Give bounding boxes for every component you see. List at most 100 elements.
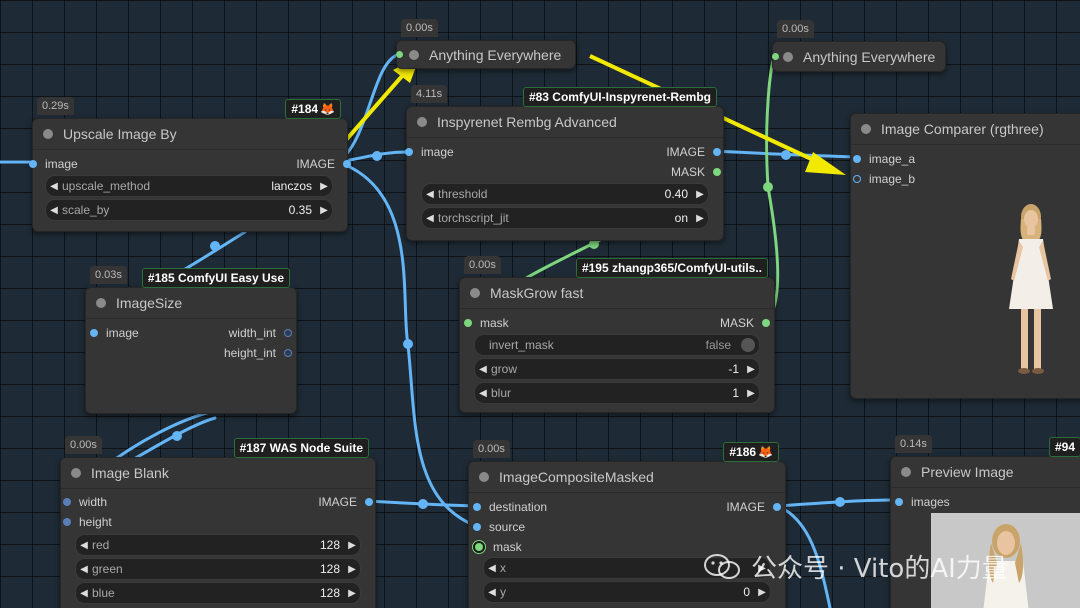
input-slot-height[interactable]: height: [63, 513, 112, 531]
output-port[interactable]: [365, 498, 373, 506]
input-slot-image-b[interactable]: image_b: [853, 170, 915, 188]
blur-number[interactable]: ◀ blur 1 ▶: [474, 382, 760, 404]
arrow-right-icon[interactable]: ▶: [692, 189, 708, 200]
toggle-icon[interactable]: [741, 338, 755, 352]
input-port[interactable]: [63, 518, 71, 526]
output-slot-image[interactable]: IMAGE: [318, 493, 373, 511]
output-port[interactable]: [343, 160, 351, 168]
node-id-badge: #195 zhangp365/ComfyUI-utils..: [575, 258, 768, 278]
arrow-right-icon[interactable]: ▶: [743, 388, 759, 399]
output-port[interactable]: [713, 148, 721, 156]
output-port[interactable]: [762, 319, 770, 327]
arrow-left-icon[interactable]: ◀: [422, 213, 438, 224]
input-port[interactable]: [473, 523, 481, 531]
output-port[interactable]: [773, 503, 781, 511]
node-upscale-image-by[interactable]: 0.29s #184 🦊 Upscale Image By image IMAGE…: [29, 97, 351, 232]
arrow-right-icon[interactable]: ▶: [344, 588, 360, 599]
input-port[interactable]: [29, 160, 37, 168]
execution-time: 4.11s: [411, 85, 448, 103]
input-slot-destination[interactable]: destination: [473, 498, 547, 516]
node-inspyrenet-rembg-advanced[interactable]: 4.11s #83 ComfyUI-Inspyrenet-Rembg Inspy…: [405, 85, 724, 241]
arrow-left-icon[interactable]: ◀: [46, 205, 62, 216]
invert-mask-toggle[interactable]: invert_mask false: [474, 334, 760, 356]
input-slot-images[interactable]: images: [895, 493, 950, 511]
output-port[interactable]: [284, 349, 292, 357]
input-slot-image[interactable]: image: [405, 143, 454, 161]
arrow-left-icon[interactable]: ◀: [422, 189, 438, 200]
input-slot-mask[interactable]: mask: [464, 314, 509, 332]
green-number[interactable]: ◀ green 128 ▶: [75, 558, 361, 580]
output-slot-width-int[interactable]: width_int: [229, 324, 292, 342]
node-imagecompositemasked[interactable]: 0.00s #186 🦊 ImageCompositeMasked destina…: [468, 440, 786, 608]
comparer-image-person: [1009, 204, 1053, 374]
arrow-right-icon[interactable]: ▶: [316, 205, 332, 216]
node-title: Image Comparer (rgthree): [881, 121, 1044, 137]
arrow-left-icon[interactable]: ◀: [76, 588, 92, 599]
node-image-comparer[interactable]: Image Comparer (rgthree) image_a image_b: [850, 113, 1080, 399]
input-slot-image[interactable]: image: [29, 155, 78, 173]
arrow-left-icon[interactable]: ◀: [475, 364, 491, 375]
red-number[interactable]: ◀ red 128 ▶: [75, 534, 361, 556]
input-port[interactable]: [473, 503, 481, 511]
threshold-number[interactable]: ◀ threshold 0.40 ▶: [421, 183, 709, 205]
arrow-right-icon[interactable]: ▶: [344, 564, 360, 575]
node-anything-everywhere-2[interactable]: 0.00s Anything Everywhere: [772, 20, 946, 72]
input-port[interactable]: [63, 498, 71, 506]
arrow-left-icon[interactable]: ◀: [76, 564, 92, 575]
arrow-right-icon[interactable]: ▶: [692, 213, 708, 224]
upscale-method-combo[interactable]: ◀ upscale_method lanczos ▶: [45, 175, 333, 197]
input-port[interactable]: [396, 51, 403, 58]
output-slot-height-int[interactable]: height_int: [224, 344, 292, 362]
input-slot-mask[interactable]: mask: [473, 538, 522, 556]
output-port[interactable]: [713, 168, 721, 176]
input-port[interactable]: [464, 319, 472, 327]
input-port[interactable]: [90, 329, 98, 337]
node-image-blank[interactable]: 0.00s #187 WAS Node Suite Image Blank wi…: [60, 436, 376, 608]
arrow-left-icon[interactable]: ◀: [76, 540, 92, 551]
output-port[interactable]: [284, 329, 292, 337]
node-graph-canvas[interactable]: 0.00s Anything Everywhere 0.00s Anything…: [0, 0, 1080, 608]
arrow-right-icon[interactable]: ▶: [344, 540, 360, 551]
output-slot-mask[interactable]: MASK: [671, 163, 721, 181]
node-title: ImageSize: [116, 295, 183, 311]
node-imagesize[interactable]: 0.03s #185 ComfyUI Easy Use ImageSize im…: [85, 266, 297, 414]
input-slot-image-a[interactable]: image_a: [853, 150, 916, 168]
node-title: Image Blank: [91, 465, 169, 481]
input-port[interactable]: [405, 148, 413, 156]
input-port[interactable]: [853, 155, 861, 163]
node-title: Inspyrenet Rembg Advanced: [437, 114, 617, 130]
widget-value: on: [674, 211, 688, 225]
torchscript-jit-combo[interactable]: ◀ torchscript_jit on ▶: [421, 207, 709, 229]
input-port[interactable]: [895, 498, 903, 506]
input-port[interactable]: [853, 175, 861, 183]
widget-value: lanczos: [271, 179, 312, 193]
input-port[interactable]: [772, 53, 779, 60]
output-slot-mask[interactable]: MASK: [720, 314, 770, 332]
arrow-right-icon[interactable]: ▶: [754, 587, 770, 598]
widget-value: 128: [319, 562, 340, 576]
scale-by-number[interactable]: ◀ scale_by 0.35 ▶: [45, 199, 333, 221]
node-anything-everywhere-1[interactable]: 0.00s Anything Everywhere: [396, 19, 576, 69]
input-port[interactable]: [473, 541, 485, 553]
arrow-left-icon[interactable]: ◀: [484, 587, 500, 598]
node-preview-image[interactable]: 0.14s #94 Preview Image images: [890, 435, 1080, 608]
node-maskgrow-fast[interactable]: 0.00s #195 zhangp365/ComfyUI-utils.. Mas…: [459, 256, 775, 413]
input-slot-source[interactable]: source: [473, 518, 525, 536]
output-slot-image[interactable]: IMAGE: [726, 498, 781, 516]
blue-number[interactable]: ◀ blue 128 ▶: [75, 582, 361, 604]
arrow-left-icon[interactable]: ◀: [46, 181, 62, 192]
node-id-badge: #185 ComfyUI Easy Use: [141, 268, 290, 288]
arrow-right-icon[interactable]: ▶: [316, 181, 332, 192]
output-slot-image[interactable]: IMAGE: [296, 155, 351, 173]
watermark: 公众号 · Vito的AI力量: [703, 548, 1008, 585]
input-slot-image[interactable]: image: [90, 324, 139, 342]
arrow-left-icon[interactable]: ◀: [475, 388, 491, 399]
arrow-left-icon[interactable]: ◀: [484, 563, 500, 574]
output-slot-image[interactable]: IMAGE: [666, 143, 721, 161]
grow-number[interactable]: ◀ grow -1 ▶: [474, 358, 760, 380]
input-slot-width[interactable]: width: [63, 493, 107, 511]
slot-label: image_a: [869, 152, 916, 166]
node-title: MaskGrow fast: [490, 285, 584, 301]
slot-label: images: [911, 495, 950, 509]
arrow-right-icon[interactable]: ▶: [743, 364, 759, 375]
